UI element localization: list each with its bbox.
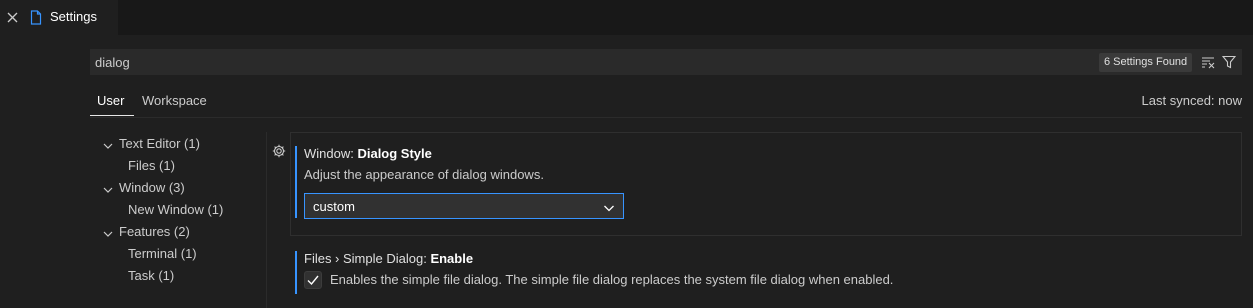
search-input[interactable]: [95, 53, 995, 71]
toc-item-features[interactable]: Features (2): [103, 224, 190, 239]
chevron-down-icon: [103, 183, 113, 193]
file-icon: [30, 10, 42, 25]
gear-icon[interactable]: [272, 144, 286, 158]
setting-item-dialog-style: [290, 132, 1242, 236]
modified-indicator: [295, 251, 297, 294]
setting-description: Adjust the appearance of dialog windows.: [304, 167, 544, 182]
chevron-down-icon: [103, 139, 113, 149]
setting-description: Enables the simple file dialog. The simp…: [330, 272, 894, 287]
close-icon[interactable]: [5, 10, 20, 25]
active-tab-indicator: [90, 115, 134, 116]
setting-title: Window: Dialog Style: [304, 146, 432, 161]
setting-name: Enable: [430, 251, 474, 266]
toc-item-terminal[interactable]: Terminal (1): [128, 246, 197, 261]
sync-status: Last synced: now: [1141, 93, 1242, 108]
tab-label: Settings: [50, 9, 97, 24]
toc-label: Task (1): [128, 268, 175, 283]
check-icon: [307, 275, 319, 286]
toc-item-window[interactable]: Window (3): [103, 180, 185, 195]
chevron-down-icon: [103, 227, 113, 237]
setting-name: Dialog Style: [357, 146, 432, 161]
setting-category: Window:: [304, 146, 358, 161]
simple-dialog-enable-checkbox[interactable]: [304, 271, 322, 289]
toc-label: Files (1): [128, 158, 175, 173]
dialog-style-select[interactable]: custom: [304, 193, 624, 219]
toc-item-text-editor[interactable]: Text Editor (1): [103, 136, 200, 151]
clear-filter-icon[interactable]: [1201, 55, 1215, 69]
toc-item-task[interactable]: Task (1): [128, 268, 174, 283]
tab-user[interactable]: User: [97, 93, 124, 108]
select-value: custom: [313, 199, 355, 214]
tab-settings[interactable]: Settings: [0, 0, 118, 35]
toc-label: Text Editor (1): [119, 136, 200, 151]
divider: [90, 117, 1242, 118]
setting-title: Files › Simple Dialog: Enable: [304, 251, 473, 266]
toc-label: Features (2): [119, 224, 190, 239]
filter-icon[interactable]: [1221, 55, 1237, 69]
setting-category: Files › Simple Dialog:: [304, 251, 431, 266]
toc-label: Terminal (1): [128, 246, 197, 261]
sash-divider[interactable]: [266, 132, 267, 308]
settings-search: 6 Settings Found: [90, 49, 1242, 75]
toc-item-new-window[interactable]: New Window (1): [128, 202, 223, 217]
results-count-badge: 6 Settings Found: [1099, 53, 1193, 72]
toc-label: New Window (1): [128, 202, 224, 217]
editor-tab-bar: Settings: [0, 0, 1253, 35]
chevron-down-icon: [603, 201, 615, 213]
toc-label: Window (3): [119, 180, 185, 195]
toc-item-files[interactable]: Files (1): [128, 158, 175, 173]
modified-indicator: [295, 146, 297, 218]
tab-workspace[interactable]: Workspace: [142, 93, 207, 108]
